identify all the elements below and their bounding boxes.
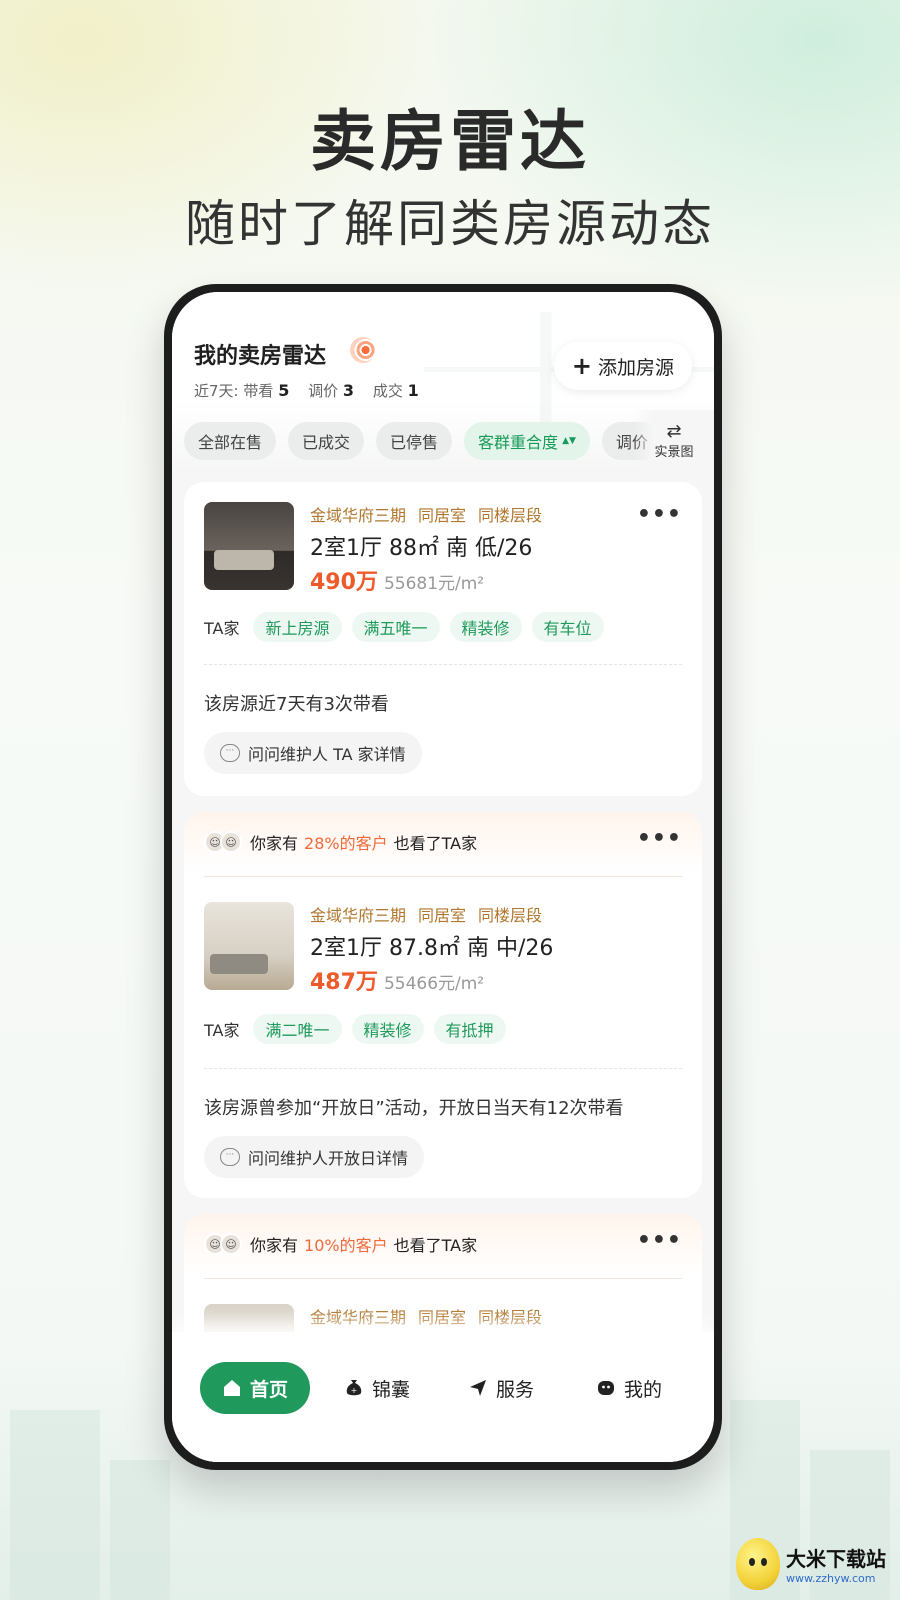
listing-note: 该房源曾参加“开放日”活动，开放日当天有12次带看 <box>204 1098 624 1119</box>
watermark-name: 大米下载站 <box>786 1547 886 1571</box>
listing-tags: 金域华府三期 同居室 同楼层段 <box>310 1308 543 1327</box>
nav-service[interactable]: 服务 <box>468 1362 534 1414</box>
listing-tags: 金域华府三期 同居室 同楼层段 <box>310 906 543 925</box>
filter-chips: 全部在售 已成交 已停售 客群重合度 ▲▼ 调价 <box>184 422 704 462</box>
hero-title: 卖房雷达 <box>310 103 590 180</box>
overlap-header: ☺ ☺ 你家有 10%的客户 也看了TA家 <box>204 1232 477 1256</box>
feature-tags: TA家 新上房源 满五唯一 精装修 有车位 <box>204 612 604 642</box>
unit-price: 55466元/m² <box>383 974 485 994</box>
feature-tag: 精装修 <box>351 1014 424 1044</box>
divider <box>204 664 682 665</box>
stat-price-changes-label: 调价 <box>308 382 339 400</box>
feature-tag: 有车位 <box>531 612 604 642</box>
app-screen: 我的卖房雷达 近7天: 带看 5 调价 3 成交 1 + 添加房源 全部在售 已… <box>172 292 714 1462</box>
ask-agent-button[interactable]: ··· 问问维护人开放日详情 <box>204 1136 425 1178</box>
ask-agent-button[interactable]: ··· 问问维护人 TA 家详情 <box>204 732 422 774</box>
money-bag-icon: + <box>346 1380 362 1396</box>
weekly-stats: 近7天: 带看 5 调价 3 成交 1 <box>194 380 433 401</box>
listing-card[interactable]: ☺ ☺ 你家有 28%的客户 也看了TA家 ••• 金域华府三期 同居室 同楼层… <box>184 812 702 1198</box>
unit-price: 55681元/m² <box>383 574 485 594</box>
listing-price: 490万 55681元/m² <box>310 564 484 596</box>
watermark-url: www.zzhyw.com <box>786 1572 876 1585</box>
stat-viewings-value: 5 <box>278 381 290 400</box>
more-options-icon[interactable]: ••• <box>637 1228 682 1253</box>
page-title: 我的卖房雷达 <box>194 344 327 369</box>
stat-price-changes-value: 3 <box>342 381 355 400</box>
total-price: 490万 <box>310 570 378 595</box>
overlap-percent: 28%的客户 <box>304 834 388 853</box>
hero-subtitle: 随时了解同类房源动态 <box>185 195 715 253</box>
profile-icon <box>598 1381 614 1395</box>
radar-icon <box>350 337 376 363</box>
plus-icon: + <box>571 352 592 380</box>
svg-text:+: + <box>351 1386 358 1395</box>
stat-deals-label: 成交 <box>372 382 403 400</box>
send-icon <box>470 1380 486 1396</box>
avatar: ☺ <box>220 1233 242 1255</box>
stats-period-label: 近7天: <box>194 382 239 400</box>
feature-tags: TA家 满二唯一 精装修 有抵押 <box>204 1014 506 1044</box>
filter-chip-all-on-sale[interactable]: 全部在售 <box>184 422 277 460</box>
more-options-icon[interactable]: ••• <box>637 502 682 527</box>
home-icon <box>224 1380 240 1396</box>
add-listing-button[interactable]: + 添加房源 <box>553 342 692 390</box>
nav-profile[interactable]: 我的 <box>596 1362 662 1414</box>
feature-tag: 新上房源 <box>253 612 342 642</box>
overlap-header: ☺ ☺ 你家有 28%的客户 也看了TA家 <box>204 830 477 854</box>
nav-home[interactable]: 首页 <box>200 1362 311 1414</box>
chat-bubble-icon: ··· <box>220 1148 240 1166</box>
swap-icon: ⇄ <box>666 420 682 442</box>
overlap-percent: 10%的客户 <box>304 1236 388 1255</box>
bottom-nav: 首页 + 锦囊 服务 我的 <box>172 1332 714 1462</box>
view-toggle-button[interactable]: ⇄ 实景图 <box>634 410 714 472</box>
listing-tags: 金域华府三期 同居室 同楼层段 <box>310 506 543 525</box>
divider <box>204 1278 682 1279</box>
phone-frame: 我的卖房雷达 近7天: 带看 5 调价 3 成交 1 + 添加房源 全部在售 已… <box>164 284 722 1470</box>
feature-tag: 满五唯一 <box>351 612 440 642</box>
watermark: 大米下载站 www.zzhyw.com <box>736 1538 886 1590</box>
customer-avatars: ☺ ☺ <box>204 831 242 853</box>
chat-bubble-icon: ··· <box>220 744 240 762</box>
customer-avatars: ☺ ☺ <box>204 1233 242 1255</box>
nav-tips[interactable]: + 锦囊 <box>344 1362 410 1414</box>
listing-note: 该房源近7天有3次带看 <box>204 694 389 715</box>
view-toggle-label: 实景图 <box>654 444 694 460</box>
listing-spec: 2室1厅 88㎡ 南 低/26 <box>310 536 533 561</box>
owner-label: TA家 <box>204 619 240 638</box>
divider <box>204 876 682 877</box>
feature-tag: 有抵押 <box>433 1014 506 1044</box>
sort-icon: ▲▼ <box>562 436 576 446</box>
total-price: 487万 <box>310 970 378 995</box>
filter-chip-customer-overlap[interactable]: 客群重合度 ▲▼ <box>464 422 590 460</box>
more-options-icon[interactable]: ••• <box>637 826 682 851</box>
listing-card[interactable]: ••• 金域华府三期 同居室 同楼层段 2室1厅 88㎡ 南 低/26 490万… <box>184 482 702 796</box>
stat-viewings-label: 带看 <box>243 382 274 400</box>
listing-price: 487万 55466元/m² <box>310 964 484 996</box>
filter-chip-delisted[interactable]: 已停售 <box>376 422 453 460</box>
avatar: ☺ <box>220 831 242 853</box>
owner-label: TA家 <box>204 1021 240 1040</box>
stat-deals-value: 1 <box>407 381 419 400</box>
listing-spec: 2室1厅 87.8㎡ 南 中/26 <box>310 936 554 961</box>
feature-tag: 精装修 <box>449 612 522 642</box>
divider <box>204 1068 682 1069</box>
feature-tag: 满二唯一 <box>253 1014 342 1044</box>
listing-photo <box>204 902 294 990</box>
add-listing-label: 添加房源 <box>597 356 674 379</box>
filter-chip-sold[interactable]: 已成交 <box>288 422 365 460</box>
mascot-logo-icon <box>736 1538 780 1590</box>
listing-photo <box>204 502 294 590</box>
